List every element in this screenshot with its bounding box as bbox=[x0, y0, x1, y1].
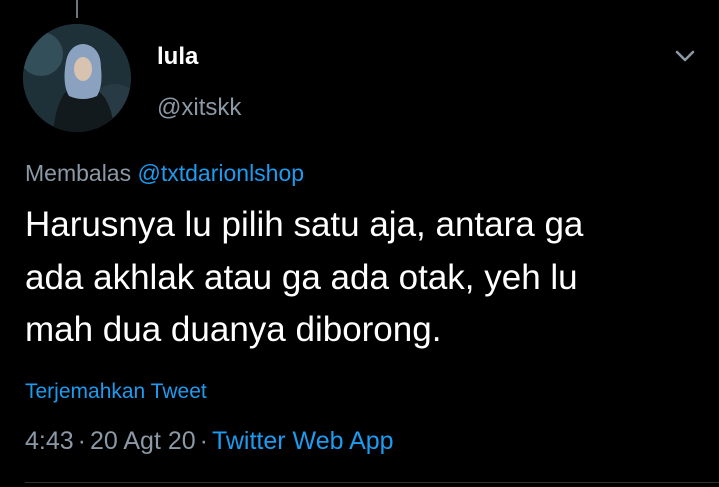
reply-prefix: Membalas bbox=[25, 160, 132, 186]
tweet-source-link[interactable]: Twitter Web App bbox=[212, 427, 394, 455]
author-display-name[interactable]: lula bbox=[157, 43, 198, 71]
tweet-meta: 4:43 · 20 Agt 20 · Twitter Web App bbox=[25, 427, 394, 456]
tweet-text-line: mah dua duanya diborong. bbox=[25, 310, 442, 349]
tweet-text-line: Harusnya lu pilih satu aja, antara ga bbox=[25, 205, 584, 244]
meta-separator: · bbox=[199, 427, 208, 455]
author-handle[interactable]: @xitskk bbox=[157, 94, 241, 122]
avatar-photo bbox=[23, 24, 131, 132]
divider bbox=[25, 482, 719, 483]
thread-connector-line bbox=[76, 0, 78, 18]
tweet-date[interactable]: 20 Agt 20 bbox=[90, 427, 196, 455]
tweet-time[interactable]: 4:43 bbox=[25, 427, 74, 455]
translate-tweet-link[interactable]: Terjemahkan Tweet bbox=[25, 380, 207, 404]
chevron-down-icon[interactable] bbox=[671, 44, 699, 68]
reply-context: Membalas @txtdarionlshop bbox=[25, 160, 304, 187]
meta-separator: · bbox=[77, 427, 86, 455]
tweet-text: Harusnya lu pilih satu aja, antara ga ad… bbox=[25, 199, 705, 357]
avatar[interactable] bbox=[23, 24, 131, 132]
tweet-text-line: ada akhlak atau ga ada otak, yeh lu bbox=[25, 257, 578, 297]
reply-mention-link[interactable]: @txtdarionlshop bbox=[138, 160, 305, 186]
